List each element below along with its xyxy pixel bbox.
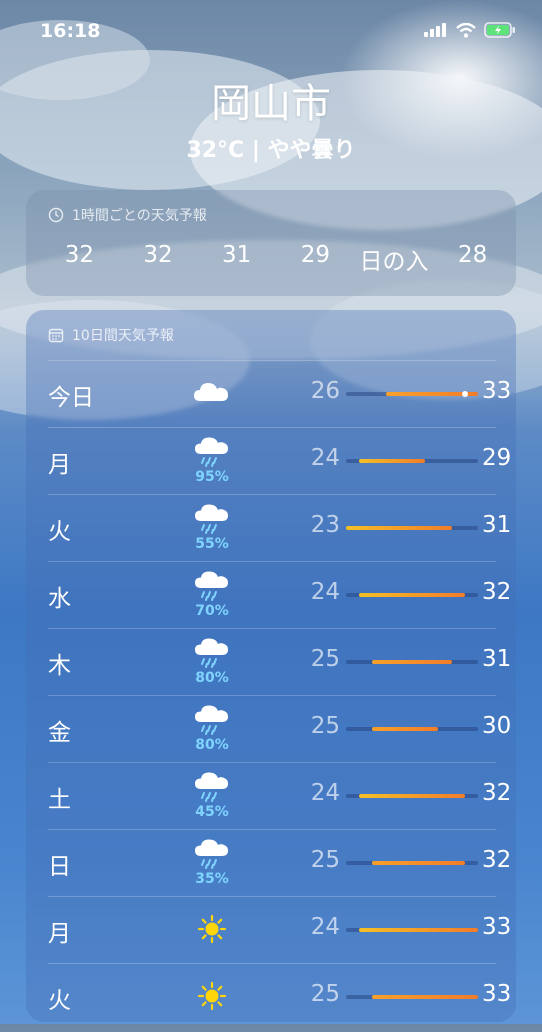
hourly-item: 28 <box>458 242 488 268</box>
temp-range-track <box>346 861 478 865</box>
temp-range-bar <box>372 861 465 865</box>
hourly-item: 32 <box>143 242 173 268</box>
day-label: 火 <box>48 519 71 545</box>
high-temp: 33 <box>482 981 512 1007</box>
low-temp: 26 <box>310 378 340 404</box>
forecast-row: 土 45% 24 32 <box>48 762 511 829</box>
precipitation-chance: 45% <box>195 804 229 820</box>
rain-cloud-icon: 45% <box>190 771 234 823</box>
temp-range-bar <box>359 593 465 597</box>
precipitation-chance: 80% <box>195 737 229 753</box>
forecast-row: 今日 26 33 <box>48 360 511 429</box>
low-temp: 25 <box>310 847 340 873</box>
high-temp: 30 <box>482 713 512 739</box>
city-name: 岡山市 <box>211 81 331 127</box>
high-temp: 31 <box>482 646 512 672</box>
cloud-icon <box>190 377 234 429</box>
rain-cloud-icon: 80% <box>190 704 234 756</box>
low-temp: 25 <box>310 981 340 1007</box>
day-label: 土 <box>48 787 71 813</box>
hourly-title: 1時間ごとの天気予報 <box>72 208 207 224</box>
low-temp: 24 <box>310 914 340 940</box>
forecast-row: 日 35% 25 32 <box>48 829 511 896</box>
high-temp: 32 <box>482 780 512 806</box>
high-temp: 32 <box>482 847 512 873</box>
battery-icon <box>484 22 515 38</box>
calendar-icon <box>48 328 64 343</box>
forecast-row: 月 24 33 <box>48 896 511 965</box>
low-temp: 24 <box>310 445 340 471</box>
temp-range-bar <box>346 526 452 530</box>
temp-range-track <box>346 391 478 397</box>
day-label: 木 <box>48 653 71 679</box>
sun-icon <box>190 980 234 1032</box>
high-temp: 32 <box>482 579 512 605</box>
precipitation-chance: 55% <box>195 536 229 552</box>
temp-range-bar <box>372 660 452 664</box>
precipitation-chance: 35% <box>195 871 229 887</box>
temp-range-bar <box>359 459 426 463</box>
day-label: 金 <box>48 720 71 746</box>
high-temp: 29 <box>482 445 512 471</box>
low-temp: 25 <box>310 646 340 672</box>
forecast-row: 火 55% 23 31 <box>48 494 511 561</box>
day-label: 月 <box>48 921 71 947</box>
signal-icon <box>424 23 446 37</box>
day-label: 日 <box>48 854 71 880</box>
hourly-item: 31 <box>222 242 252 268</box>
precipitation-chance: 95% <box>195 469 229 485</box>
forecast-row: 月 95% 24 29 <box>48 427 511 494</box>
status-time: 16:18 <box>40 20 101 42</box>
low-temp: 25 <box>310 713 340 739</box>
low-temp: 23 <box>310 512 340 538</box>
wifi-icon <box>456 22 476 38</box>
high-temp: 33 <box>482 378 512 404</box>
temp-range-track <box>346 593 478 597</box>
temp-range-track <box>346 660 478 664</box>
hourly-forecast-panel[interactable]: 1時間ごとの天気予報 32 32 31 29 日の入 28 <box>26 190 516 296</box>
temp-range-track <box>346 794 478 798</box>
low-temp: 24 <box>310 780 340 806</box>
rain-cloud-icon: 70% <box>190 570 234 622</box>
precipitation-chance: 80% <box>195 670 229 686</box>
low-temp: 24 <box>310 579 340 605</box>
temp-range-track <box>346 526 478 530</box>
forecast-row: 火 25 33 <box>48 963 511 1032</box>
temp-range-track <box>346 727 478 731</box>
day-label: 月 <box>48 452 71 478</box>
daily-title: 10日間天気予報 <box>72 328 174 344</box>
rain-cloud-icon: 95% <box>190 436 234 488</box>
hourly-item: 29 <box>300 242 330 268</box>
temp-range-track <box>346 459 478 463</box>
day-label: 今日 <box>48 385 94 411</box>
temp-range-bar <box>372 727 439 731</box>
status-bar: 16:18 <box>0 0 542 60</box>
temp-range-track <box>346 928 478 932</box>
hourly-item: 日の入 <box>359 249 429 275</box>
hourly-item: 32 <box>64 242 94 268</box>
current-condition: 32°C | やや曇り <box>186 138 356 163</box>
precipitation-chance: 70% <box>195 603 229 619</box>
forecast-row: 水 70% 24 32 <box>48 561 511 628</box>
sun-icon <box>190 913 234 965</box>
high-temp: 33 <box>482 914 512 940</box>
temp-range-bar <box>359 928 478 932</box>
rain-cloud-icon: 35% <box>190 838 234 890</box>
forecast-row: 金 80% 25 30 <box>48 695 511 762</box>
rain-cloud-icon: 55% <box>190 503 234 555</box>
ten-day-forecast-panel[interactable]: 10日間天気予報 今日 26 33 月 95% 24 29 火 55% 23 31 水 70% 24 32 木… <box>26 310 516 1022</box>
rain-cloud-icon: 80% <box>190 637 234 689</box>
temp-range-track <box>346 995 478 999</box>
high-temp: 31 <box>482 512 512 538</box>
location-header: 岡山市 32°C | やや曇り <box>0 78 542 164</box>
clock-icon <box>48 207 64 223</box>
temp-range-bar <box>359 794 465 798</box>
temp-range-bar <box>372 995 478 999</box>
day-label: 火 <box>48 988 71 1014</box>
forecast-row: 木 80% 25 31 <box>48 628 511 695</box>
day-label: 水 <box>48 586 71 612</box>
current-temp-indicator <box>461 391 468 397</box>
